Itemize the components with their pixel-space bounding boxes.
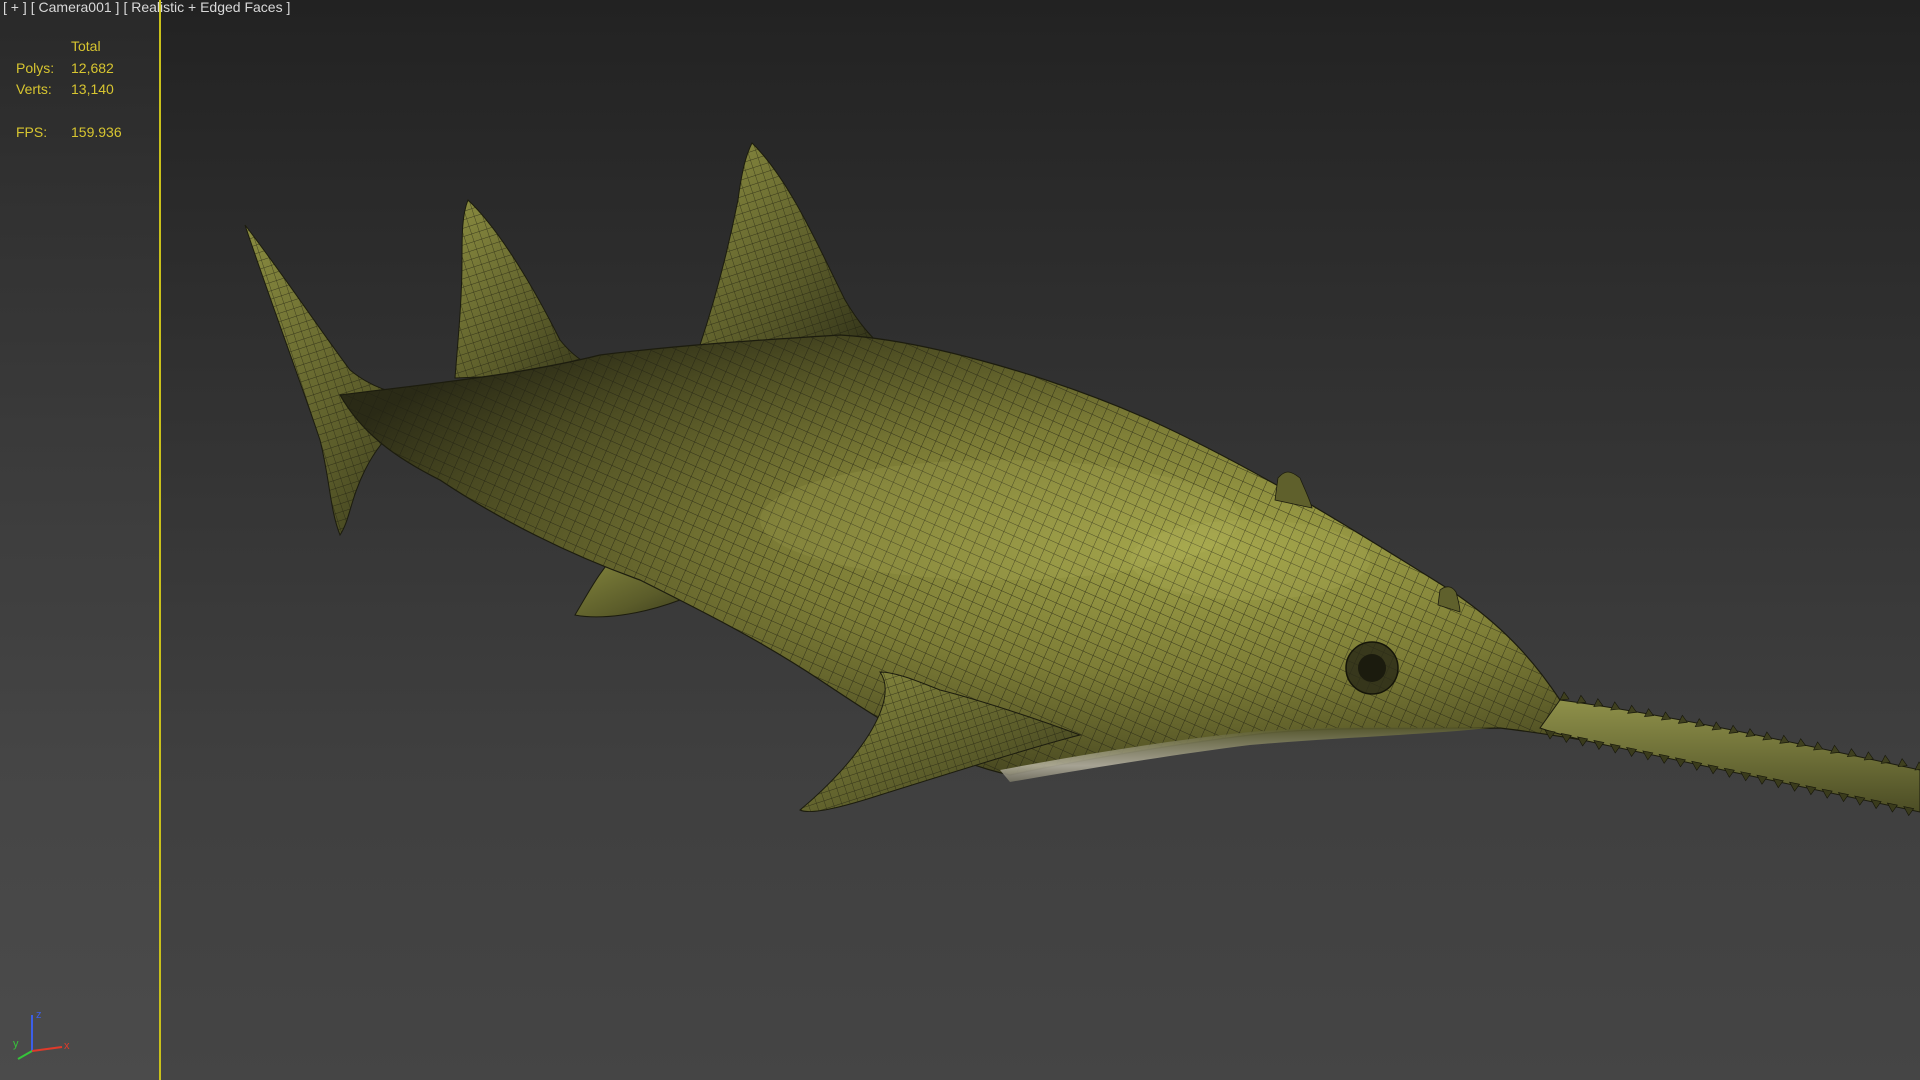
saw-tooth <box>1863 751 1874 761</box>
viewport-plus-menu[interactable]: [ + ] <box>3 0 27 14</box>
saw-tooth <box>1644 708 1655 718</box>
axis-y-label: y <box>13 1038 19 1050</box>
stats-total-header: Total <box>71 38 101 54</box>
fps-value: 159.936 <box>71 124 122 140</box>
polys-label: Polys: <box>16 59 55 76</box>
viewport-shading-menu[interactable]: [ Realistic + Edged Faces ] <box>123 0 290 14</box>
saw-tooth <box>1880 754 1891 764</box>
sawfish-model[interactable] <box>0 0 1920 1080</box>
saw-tooth <box>1897 758 1908 768</box>
saw-tooth <box>1813 741 1824 751</box>
saw-tooth <box>1762 731 1773 741</box>
verts-value: 13,140 <box>71 81 114 97</box>
viewport-camera-menu[interactable]: [ Camera001 ] <box>31 0 120 14</box>
fps-label: FPS: <box>16 124 48 140</box>
verts-label: Verts: <box>16 81 52 97</box>
viewport-frame-border <box>159 0 161 1080</box>
polys-value: 12,682 <box>71 59 114 76</box>
saw-tooth <box>1846 748 1857 758</box>
saw-tooth <box>1593 698 1604 708</box>
viewport[interactable]: [ + ] [ Camera001 ] [ Realistic + Edged … <box>0 0 1920 1080</box>
saw-tooth <box>1796 738 1807 748</box>
saw-tooth <box>1779 734 1790 744</box>
axis-z-label: z <box>36 1009 42 1021</box>
viewport-label[interactable]: [ + ] [ Camera001 ] [ Realistic + Edged … <box>3 0 290 14</box>
saw-tooth <box>1914 761 1920 771</box>
saw-tooth <box>1576 694 1587 704</box>
saw-tooth <box>1660 711 1671 721</box>
statistics-overlay: Total Polys: 12,682 Verts: 13,140 FPS: 1… <box>16 36 122 144</box>
saw-tooth <box>1829 744 1841 754</box>
saw-tooth <box>1610 701 1621 711</box>
axis-tripod-icon: z x y <box>13 1009 70 1060</box>
saw-tooth <box>1627 704 1638 714</box>
axis-x-label: x <box>64 1040 70 1052</box>
saw-tooth <box>1559 691 1570 701</box>
